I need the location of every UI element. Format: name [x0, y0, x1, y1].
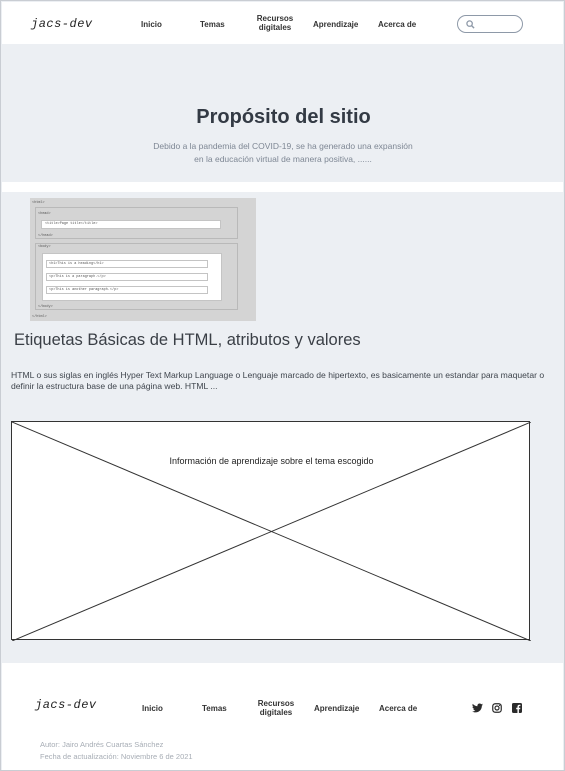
- nav-acerca-de[interactable]: Acerca de: [378, 20, 416, 29]
- hero-text-line-1: Debido a la pandemia del COVID-19, se ha…: [153, 141, 413, 151]
- thumb-line: </head>: [38, 234, 53, 238]
- search-icon: [466, 20, 475, 29]
- content-placeholder: Información de aprendizaje sobre el tema…: [11, 421, 531, 641]
- instagram-icon[interactable]: [492, 703, 502, 713]
- hero-description: Debido a la pandemia del COVID-19, se ha…: [143, 140, 423, 166]
- facebook-icon[interactable]: [512, 703, 522, 713]
- thumb-line: <title>Page title</title>: [45, 222, 98, 226]
- footer: jacs-dev Inicio Temas Recursos digitales…: [2, 663, 563, 770]
- top-navbar: jacs-dev Inicio Temas Recursos digitales…: [2, 2, 563, 44]
- search-box[interactable]: [457, 15, 523, 33]
- placeholder-label: Información de aprendizaje sobre el tema…: [169, 456, 374, 466]
- thumb-line: <p>This is another paragraph.</p>: [49, 288, 119, 292]
- html-code-thumbnail[interactable]: <html> <head> <title>Page title</title> …: [30, 198, 256, 321]
- article-title[interactable]: Etiquetas Básicas de HTML, atributos y v…: [14, 331, 361, 350]
- search-input[interactable]: [478, 18, 522, 32]
- thumb-line: <html>: [32, 201, 45, 205]
- nav-temas[interactable]: Temas: [200, 20, 225, 29]
- article-summary: HTML o sus siglas en inglés Hyper Text M…: [11, 370, 545, 391]
- footer-logo[interactable]: jacs-dev: [35, 698, 97, 712]
- nav-recursos-digitales[interactable]: Recursos digitales: [256, 14, 294, 32]
- thumb-line: </html>: [32, 315, 47, 319]
- footer-nav-aprendizaje[interactable]: Aprendizaje: [314, 704, 359, 713]
- site-logo[interactable]: jacs-dev: [31, 17, 93, 31]
- twitter-icon[interactable]: [472, 703, 483, 713]
- footer-author: Autor: Jairo Andrés Cuartas Sánchez: [40, 740, 164, 749]
- page-frame: jacs-dev Inicio Temas Recursos digitales…: [0, 0, 565, 771]
- thumb-line: <p>This is a paragraph.</p>: [49, 275, 106, 279]
- hero-title: Propósito del sitio: [196, 106, 371, 128]
- thumb-line: <h1>This is a heading</h1>: [49, 262, 104, 266]
- thumb-line: <head>: [38, 212, 51, 216]
- hero-text-line-2: en la educación virtual de manera positi…: [194, 154, 372, 164]
- thumb-line: <body>: [38, 245, 51, 249]
- footer-nav-recursos-digitales[interactable]: Recursos digitales: [257, 699, 295, 717]
- thumb-line: </body>: [38, 305, 53, 309]
- nav-aprendizaje[interactable]: Aprendizaje: [313, 20, 358, 29]
- placeholder-cross: [12, 422, 531, 641]
- footer-nav-acerca-de[interactable]: Acerca de: [379, 704, 417, 713]
- footer-nav-temas[interactable]: Temas: [202, 704, 227, 713]
- nav-inicio[interactable]: Inicio: [141, 20, 162, 29]
- footer-updated-date: Fecha de actualización: Noviembre 6 de 2…: [40, 752, 193, 761]
- section-divider: [2, 182, 563, 192]
- footer-nav-inicio[interactable]: Inicio: [142, 704, 163, 713]
